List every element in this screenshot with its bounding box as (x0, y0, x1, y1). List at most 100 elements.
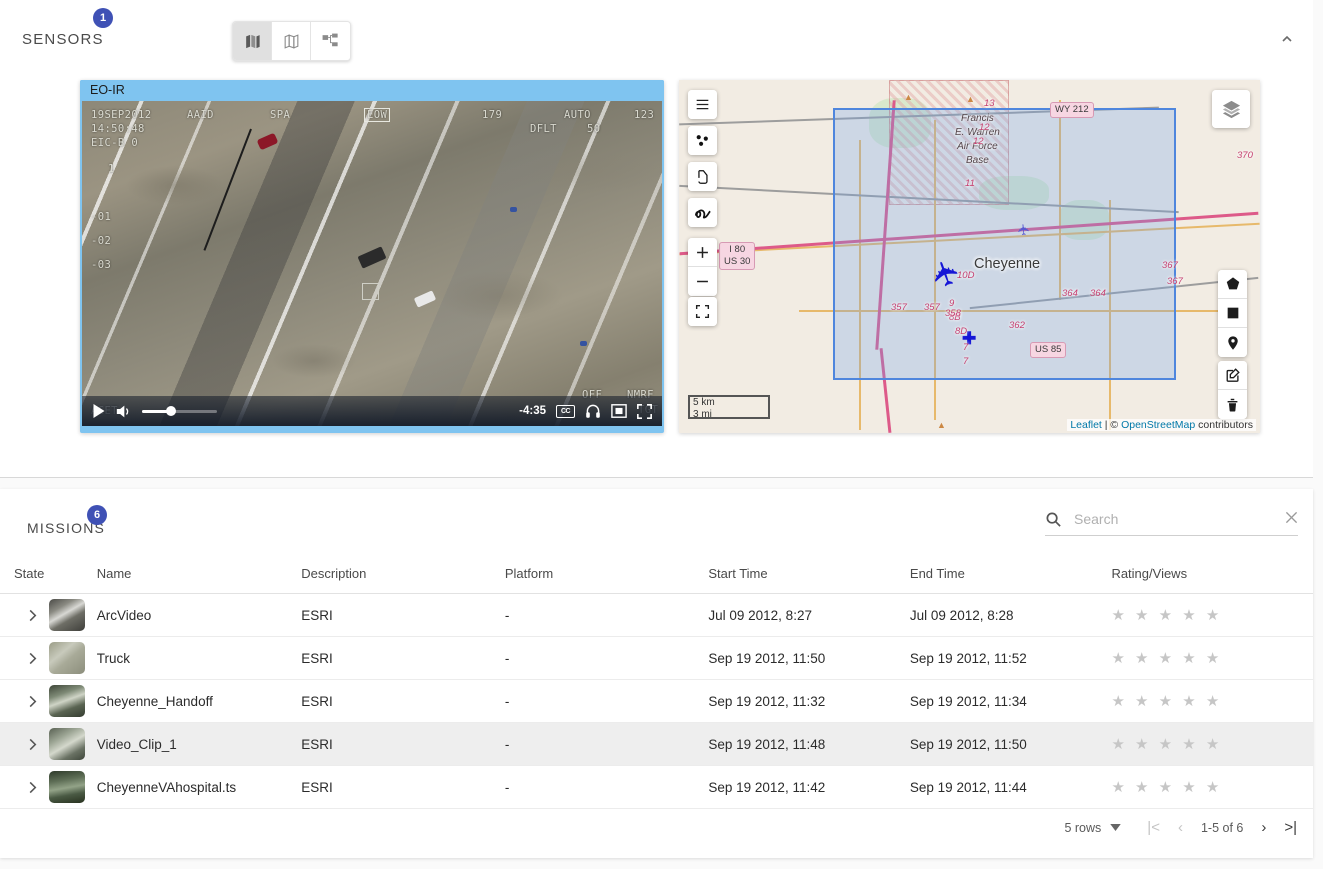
audio-track-button[interactable] (585, 403, 601, 419)
expand-row-button[interactable] (26, 695, 39, 708)
row-rating[interactable]: ★ ★ ★ ★ ★ (1111, 637, 1313, 680)
map-menu-button[interactable] (688, 90, 717, 119)
column-header-start-time[interactable]: Start Time (708, 556, 910, 594)
column-header-rating[interactable]: Rating/Views (1111, 556, 1313, 594)
osd-01: -01 (91, 211, 111, 223)
state-cell-inner (14, 685, 97, 717)
rating-stars[interactable]: ★ ★ ★ ★ ★ (1111, 650, 1222, 667)
volume-slider-knob[interactable] (166, 406, 176, 416)
row-description: ESRI (301, 680, 505, 723)
table-row[interactable]: CheyenneVAhospital.tsESRI-Sep 19 2012, 1… (0, 766, 1313, 809)
attrib-separator: | © (1102, 419, 1121, 431)
column-header-platform[interactable]: Platform (505, 556, 709, 594)
draw-polygon-button[interactable] (1218, 270, 1247, 299)
map-zoom-out-button[interactable] (688, 267, 717, 296)
row-thumbnail[interactable] (49, 728, 85, 760)
video-time-remaining: -4:35 (519, 405, 546, 417)
collapse-sensors-button[interactable] (1273, 25, 1301, 53)
rating-stars[interactable]: ★ ★ ★ ★ ★ (1111, 607, 1222, 624)
map-mile-358: 358 (945, 308, 961, 319)
map-zoom-in-button[interactable] (688, 238, 717, 267)
last-page-button[interactable]: >| (1278, 820, 1303, 835)
column-header-end-time[interactable]: End Time (910, 556, 1112, 594)
map-fit-button[interactable] (688, 297, 717, 326)
map-outline-view-button[interactable] (272, 22, 311, 60)
expand-row-button[interactable] (26, 781, 39, 794)
expand-row-button[interactable] (26, 738, 39, 751)
row-thumbnail[interactable] (49, 685, 85, 717)
table-row[interactable]: TruckESRI-Sep 19 2012, 11:50Sep 19 2012,… (0, 637, 1313, 680)
row-rating[interactable]: ★ ★ ★ ★ ★ (1111, 680, 1313, 723)
next-page-button[interactable]: › (1255, 820, 1272, 835)
video-viewport[interactable]: 19SEP2012 14:50:48 EIC-B 0 AAID SPA EOW … (82, 101, 662, 426)
cc-icon: CC (556, 405, 575, 418)
openstreetmap-link[interactable]: OpenStreetMap (1121, 419, 1195, 431)
map-exit-7a: 7 (963, 342, 968, 353)
map-freehand-button[interactable] (688, 198, 717, 227)
headphones-icon (585, 403, 601, 419)
map-card[interactable]: ✈ ✈ ✚ ▲ ▲ ▲ ▲ Francis E. Warren Air Forc… (679, 80, 1260, 433)
expand-row-button[interactable] (26, 652, 39, 665)
osd-aaid: AAID (187, 109, 214, 121)
table-row[interactable]: Video_Clip_1ESRI-Sep 19 2012, 11:48Sep 1… (0, 723, 1313, 766)
column-header-description[interactable]: Description (301, 556, 505, 594)
map-edit-group (1218, 361, 1247, 419)
hierarchy-view-button[interactable] (311, 22, 350, 60)
state-cell-inner (14, 728, 97, 760)
rows-per-page-selector[interactable]: 5 rows (1064, 821, 1121, 835)
row-description: ESRI (301, 637, 505, 680)
row-thumbnail[interactable] (49, 599, 85, 631)
column-header-state[interactable]: State (0, 556, 97, 594)
map-hand-button[interactable] (688, 162, 717, 191)
row-rating[interactable]: ★ ★ ★ ★ ★ (1111, 723, 1313, 766)
map-layers-group (1212, 90, 1250, 128)
chevron-right-icon (26, 738, 39, 751)
map-freehand-group (688, 198, 717, 227)
captions-button[interactable]: CC (556, 405, 575, 418)
leaflet-link[interactable]: Leaflet (1070, 419, 1102, 431)
map-exit-12b: 12 (973, 136, 984, 147)
pentagon-icon (1225, 276, 1241, 292)
volume-icon (115, 404, 132, 419)
map-mile-357a: 357 (891, 302, 907, 313)
map-points-button[interactable] (688, 126, 717, 155)
clear-search-button[interactable] (1285, 511, 1298, 528)
draw-rectangle-button[interactable] (1218, 299, 1247, 328)
state-cell-inner (14, 642, 97, 674)
volume-button[interactable] (115, 404, 132, 419)
row-rating[interactable]: ★ ★ ★ ★ ★ (1111, 594, 1313, 637)
area-of-interest-rectangle[interactable] (833, 108, 1176, 380)
table-row[interactable]: ArcVideoESRI-Jul 09 2012, 8:27Jul 09 201… (0, 594, 1313, 637)
osd-179: 179 (482, 109, 502, 121)
picture-in-picture-icon (611, 404, 627, 418)
row-rating[interactable]: ★ ★ ★ ★ ★ (1111, 766, 1313, 809)
map-layers-button[interactable] (1212, 90, 1250, 128)
row-end-time: Sep 19 2012, 11:52 (910, 637, 1112, 680)
missions-table-body: ArcVideoESRI-Jul 09 2012, 8:27Jul 09 201… (0, 594, 1313, 809)
expand-row-button[interactable] (26, 609, 39, 622)
column-header-name[interactable]: Name (97, 556, 302, 594)
first-page-button[interactable]: |< (1141, 820, 1166, 835)
fullscreen-button[interactable] (637, 404, 652, 419)
map-peak-icon-2: ▲ (966, 94, 975, 104)
row-thumbnail[interactable] (49, 642, 85, 674)
rating-stars[interactable]: ★ ★ ★ ★ ★ (1111, 779, 1222, 796)
pip-button[interactable] (611, 404, 627, 418)
rating-stars[interactable]: ★ ★ ★ ★ ★ (1111, 693, 1222, 710)
prev-page-button[interactable]: ‹ (1172, 820, 1189, 835)
map-mile-357b: 357 (924, 302, 940, 313)
volume-slider[interactable] (142, 410, 217, 413)
table-row[interactable]: Cheyenne_HandoffESRI-Sep 19 2012, 11:32S… (0, 680, 1313, 723)
osd-date: 19SEP2012 (91, 109, 152, 121)
map-filled-view-button[interactable] (233, 22, 272, 60)
edit-shapes-button[interactable] (1218, 361, 1247, 390)
search-input[interactable] (1072, 510, 1275, 528)
draw-marker-button[interactable] (1218, 328, 1247, 357)
row-platform: - (505, 680, 709, 723)
play-button[interactable] (92, 404, 105, 418)
row-thumbnail[interactable] (49, 771, 85, 803)
chevron-down-icon (1110, 824, 1121, 831)
delete-shapes-button[interactable] (1218, 390, 1247, 419)
map-scale-mi: 3 mi (688, 410, 770, 419)
rating-stars[interactable]: ★ ★ ★ ★ ★ (1111, 736, 1222, 753)
